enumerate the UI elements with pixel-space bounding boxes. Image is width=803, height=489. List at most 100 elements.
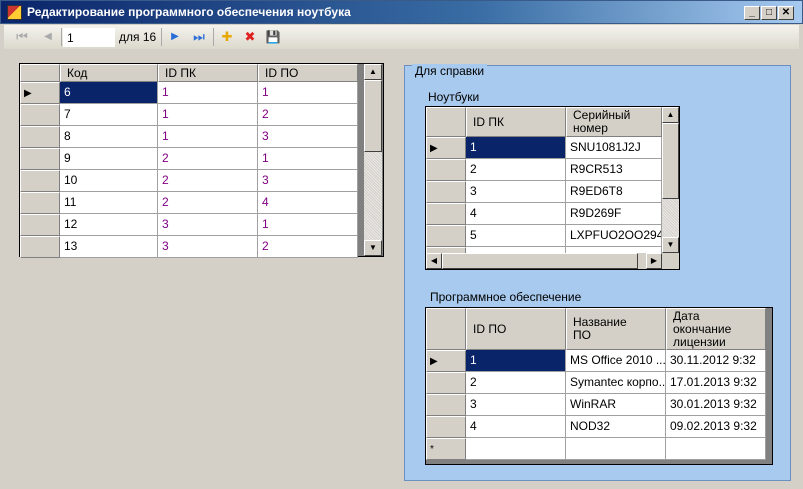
table-cell[interactable]: 13 <box>60 236 158 258</box>
table-cell[interactable]: SNU1081J2J <box>566 137 662 159</box>
column-header[interactable]: ID ПК <box>466 107 566 137</box>
delete-button[interactable]: ✖ <box>242 29 258 45</box>
table-cell[interactable]: 12 <box>60 214 158 236</box>
table-cell[interactable]: 2 <box>158 192 258 214</box>
table-cell[interactable]: 5 <box>466 225 566 247</box>
table-cell[interactable]: 4 <box>258 192 358 214</box>
column-header[interactable]: Название ПО <box>566 308 666 350</box>
row-header[interactable] <box>20 148 60 170</box>
minimize-button[interactable]: _ <box>744 6 760 20</box>
row-header[interactable] <box>426 203 466 225</box>
new-row-cell[interactable] <box>466 438 566 460</box>
scroll-left-button[interactable]: ◀ <box>426 253 442 269</box>
row-header[interactable] <box>426 181 466 203</box>
table-cell[interactable]: R9D269F <box>566 203 662 225</box>
table-cell[interactable]: 8 <box>60 126 158 148</box>
scroll-up-button[interactable]: ▲ <box>662 107 679 123</box>
column-header[interactable]: Серийный номер <box>566 107 662 137</box>
laptops-grid[interactable]: ID ПК Серийный номер ▶ 1 SNU1081J2J 2 R9CR513 3… <box>425 106 680 270</box>
table-cell[interactable]: 9 <box>60 148 158 170</box>
table-cell[interactable]: 3 <box>466 394 566 416</box>
row-header-corner <box>20 64 60 82</box>
new-row-cell[interactable] <box>666 438 766 460</box>
column-header[interactable]: ID ПО <box>258 64 358 82</box>
table-cell[interactable]: 30.01.2013 9:32 <box>666 394 766 416</box>
scroll-thumb[interactable] <box>364 80 382 152</box>
table-cell[interactable]: 1 <box>258 214 358 236</box>
table-cell[interactable]: 09.02.2013 9:32 <box>666 416 766 438</box>
row-header[interactable] <box>20 170 60 192</box>
table-cell[interactable]: LXPFUO2OO294... <box>566 225 662 247</box>
main-grid[interactable]: Код ID ПК ID ПО ▶ 6 1 1 7 1 2 8 1 3 9 2 1 10 2 3 11 2 4 12 3 1 13… <box>19 63 384 258</box>
row-header[interactable]: ▶ <box>426 350 466 372</box>
table-cell[interactable]: 10 <box>60 170 158 192</box>
column-header[interactable]: ID ПО <box>466 308 566 350</box>
column-header[interactable]: Дата окончание лицензии <box>666 308 766 350</box>
table-cell[interactable]: 7 <box>60 104 158 126</box>
table-cell[interactable]: 2 <box>158 170 258 192</box>
table-cell[interactable]: 3 <box>258 126 358 148</box>
table-cell[interactable]: NOD32 <box>566 416 666 438</box>
new-row-header[interactable]: * <box>426 438 466 460</box>
table-cell[interactable]: 2 <box>258 236 358 258</box>
table-cell[interactable]: 3 <box>466 181 566 203</box>
software-grid[interactable]: ID ПО Название ПО Дата окончание лицензии ▶… <box>425 307 773 465</box>
new-row-cell[interactable] <box>566 438 666 460</box>
move-next-button[interactable]: ▶ <box>167 29 183 45</box>
table-cell[interactable]: 1 <box>466 350 566 372</box>
binding-navigator: ⏮ ◀ для 16 ▶ ⏭ ✚ ✖ 💾 <box>4 25 799 49</box>
scroll-thumb[interactable] <box>662 123 679 199</box>
close-button[interactable]: ✕ <box>778 6 794 20</box>
move-first-button[interactable]: ⏮ <box>14 29 30 45</box>
save-button[interactable]: 💾 <box>265 29 281 45</box>
row-header[interactable]: ▶ <box>426 137 466 159</box>
add-new-button[interactable]: ✚ <box>219 29 235 45</box>
table-cell[interactable]: 1 <box>158 126 258 148</box>
column-header[interactable]: ID ПК <box>158 64 258 82</box>
table-cell[interactable]: 1 <box>258 148 358 170</box>
table-cell[interactable]: 1 <box>158 82 258 104</box>
table-cell[interactable]: R9CR513 <box>566 159 662 181</box>
row-header[interactable] <box>20 192 60 214</box>
table-cell[interactable]: 4 <box>466 416 566 438</box>
row-header[interactable] <box>20 126 60 148</box>
row-header[interactable]: ▶ <box>20 82 60 104</box>
row-header[interactable] <box>20 214 60 236</box>
move-previous-button[interactable]: ◀ <box>40 29 56 45</box>
table-cell[interactable]: 1 <box>258 82 358 104</box>
position-input[interactable] <box>63 28 115 47</box>
row-header[interactable] <box>20 236 60 258</box>
table-cell[interactable]: 2 <box>466 159 566 181</box>
table-cell[interactable]: 2 <box>158 148 258 170</box>
table-cell[interactable]: Symantec корпо... <box>566 372 666 394</box>
table-cell[interactable]: 2 <box>466 372 566 394</box>
scroll-h-thumb[interactable] <box>442 253 638 269</box>
table-cell[interactable]: 3 <box>158 236 258 258</box>
table-cell[interactable]: 11 <box>60 192 158 214</box>
row-header[interactable] <box>426 394 466 416</box>
table-cell[interactable]: 30.11.2012 9:32 <box>666 350 766 372</box>
table-cell[interactable]: WinRAR <box>566 394 666 416</box>
column-header[interactable]: Код <box>60 64 158 82</box>
row-header[interactable] <box>426 159 466 181</box>
row-header[interactable] <box>20 104 60 126</box>
row-header[interactable] <box>426 416 466 438</box>
table-cell[interactable]: 1 <box>466 137 566 159</box>
table-cell[interactable]: 3 <box>258 170 358 192</box>
scroll-up-button[interactable]: ▲ <box>364 64 382 80</box>
row-header[interactable] <box>426 225 466 247</box>
scroll-down-button[interactable]: ▼ <box>662 237 679 253</box>
table-cell[interactable]: 6 <box>60 82 158 104</box>
row-header[interactable] <box>426 372 466 394</box>
table-cell[interactable]: R9ED6T8 <box>566 181 662 203</box>
scroll-down-button[interactable]: ▼ <box>364 240 382 256</box>
table-cell[interactable]: MS Office 2010 ... <box>566 350 666 372</box>
move-last-button[interactable]: ⏭ <box>191 29 207 45</box>
table-cell[interactable]: 3 <box>158 214 258 236</box>
table-cell[interactable]: 1 <box>158 104 258 126</box>
maximize-button[interactable]: □ <box>761 6 777 20</box>
scroll-right-button[interactable]: ▶ <box>646 253 662 269</box>
table-cell[interactable]: 4 <box>466 203 566 225</box>
table-cell[interactable]: 2 <box>258 104 358 126</box>
table-cell[interactable]: 17.01.2013 9:32 <box>666 372 766 394</box>
